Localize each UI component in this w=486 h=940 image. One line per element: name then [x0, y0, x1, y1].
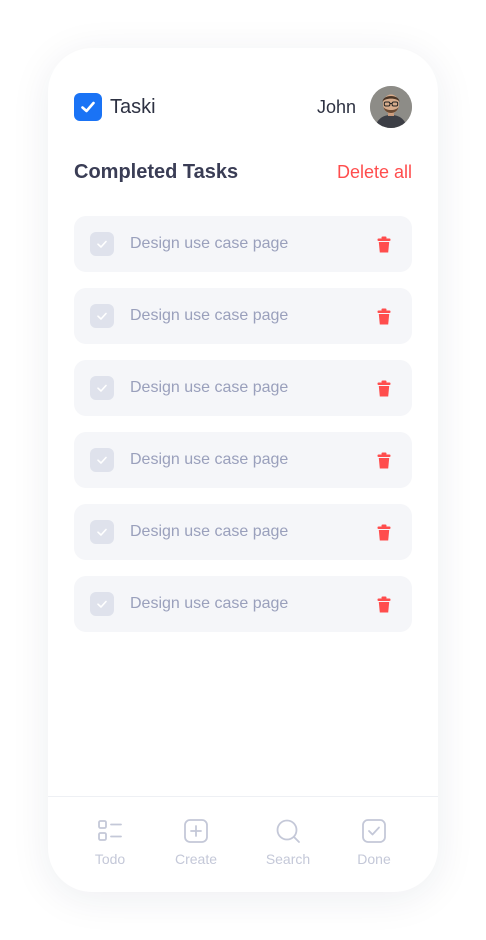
task-label: Design use case page — [130, 595, 289, 612]
task-checkbox[interactable] — [90, 448, 114, 472]
trash-icon[interactable] — [376, 307, 392, 325]
trash-icon[interactable] — [376, 235, 392, 253]
app-name: Taski — [110, 95, 156, 118]
check-square-icon — [360, 817, 388, 845]
list-icon — [96, 817, 124, 845]
tab-create[interactable]: Create — [156, 817, 236, 867]
tab-todo[interactable]: Todo — [70, 817, 150, 867]
tab-label: Create — [174, 851, 218, 867]
task-checkbox[interactable] — [90, 520, 114, 544]
search-icon — [274, 817, 302, 845]
avatar[interactable] — [370, 86, 412, 128]
tab-search[interactable]: Search — [248, 817, 328, 867]
list-item[interactable]: Design use case page — [74, 576, 412, 632]
trash-icon[interactable] — [376, 451, 392, 469]
list-item[interactable]: Design use case page — [74, 360, 412, 416]
tab-label: Todo — [94, 851, 126, 867]
plus-square-icon — [182, 817, 210, 845]
task-label: Design use case page — [130, 235, 289, 252]
tab-label: Done — [357, 851, 391, 867]
bottom-tab-bar: Todo Create Search Done — [48, 796, 438, 892]
list-item[interactable]: Design use case page — [74, 504, 412, 560]
checkbox-icon — [74, 93, 102, 121]
app-header: Taski John — [74, 86, 412, 128]
task-label: Design use case page — [130, 523, 289, 540]
task-checkbox[interactable] — [90, 304, 114, 328]
delete-all-button[interactable]: Delete all — [337, 162, 412, 183]
page-title: Completed Tasks — [74, 160, 239, 183]
task-checkbox[interactable] — [90, 376, 114, 400]
task-checkbox[interactable] — [90, 232, 114, 256]
task-label: Design use case page — [130, 307, 289, 324]
list-item[interactable]: Design use case page — [74, 432, 412, 488]
trash-icon[interactable] — [376, 523, 392, 541]
task-checkbox[interactable] — [90, 592, 114, 616]
tab-done[interactable]: Done — [334, 817, 414, 867]
task-label: Design use case page — [130, 379, 289, 396]
phone-screen: Taski John Completed Tasks Delete all De… — [48, 48, 438, 892]
trash-icon[interactable] — [376, 595, 392, 613]
section-header: Completed Tasks Delete all — [74, 158, 412, 186]
tab-label: Search — [265, 851, 311, 867]
list-item[interactable]: Design use case page — [74, 288, 412, 344]
task-label: Design use case page — [130, 451, 289, 468]
trash-icon[interactable] — [376, 379, 392, 397]
list-item[interactable]: Design use case page — [74, 216, 412, 272]
user-name: John — [316, 96, 356, 117]
task-list: Design use case page Design use case pag… — [74, 216, 412, 648]
